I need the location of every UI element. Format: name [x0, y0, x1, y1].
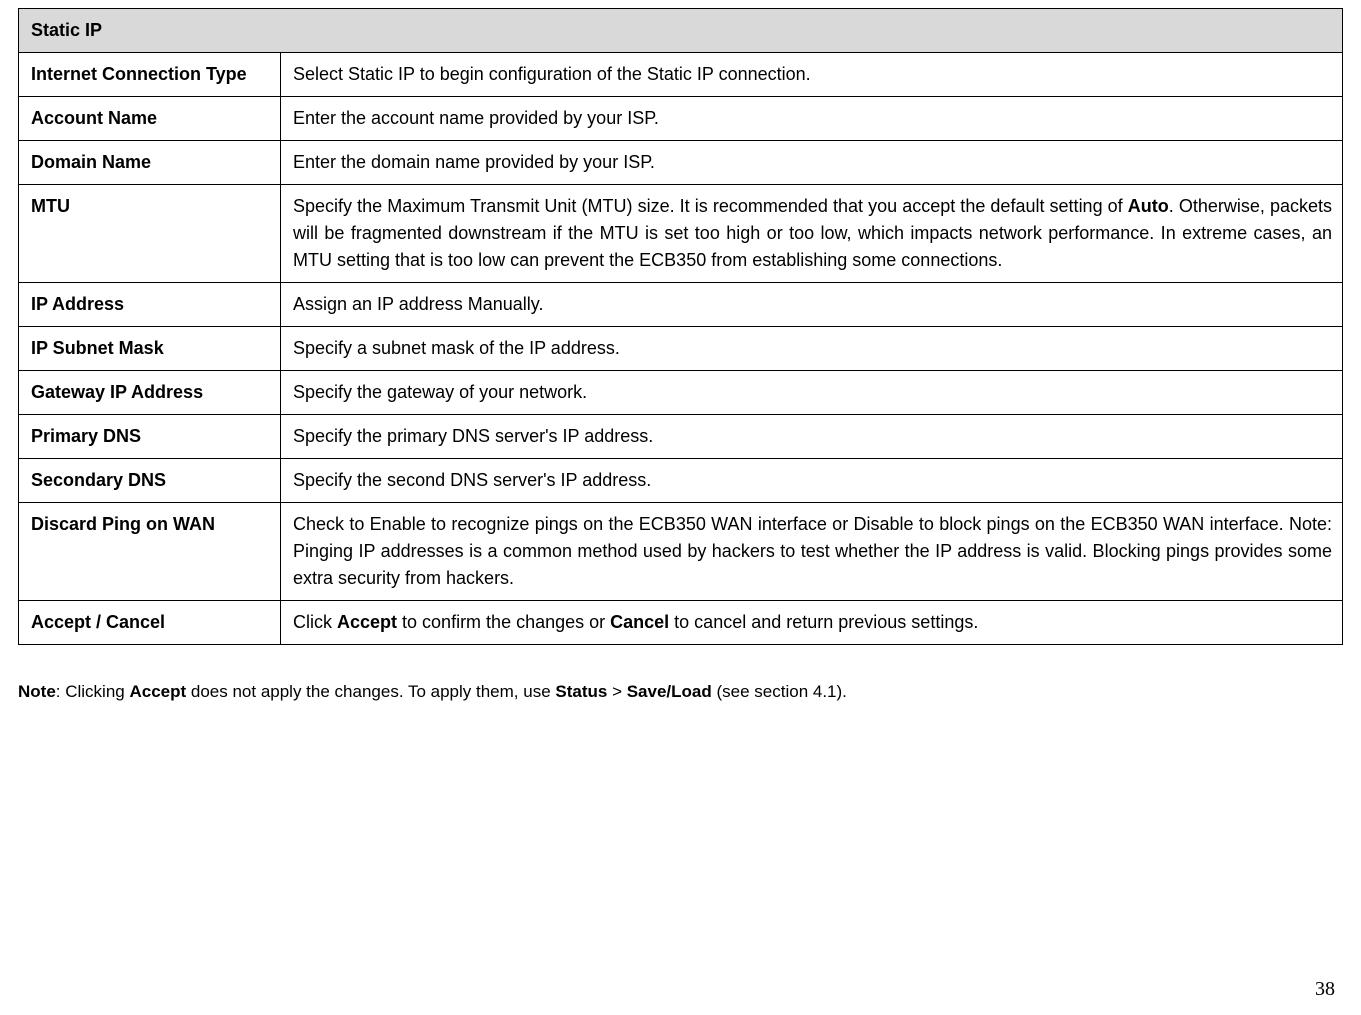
- row-label: Discard Ping on WAN: [19, 503, 281, 601]
- row-label: Account Name: [19, 97, 281, 141]
- table-row: Secondary DNSSpecify the second DNS serv…: [19, 459, 1343, 503]
- table-row: Internet Connection TypeSelect Static IP…: [19, 53, 1343, 97]
- row-description: Select Static IP to begin configuration …: [281, 53, 1343, 97]
- row-description: Check to Enable to recognize pings on th…: [281, 503, 1343, 601]
- row-label: MTU: [19, 185, 281, 283]
- row-label: IP Address: [19, 283, 281, 327]
- row-description: Enter the domain name provided by your I…: [281, 141, 1343, 185]
- table-row: Accept / CancelClick Accept to confirm t…: [19, 601, 1343, 645]
- row-label: Accept / Cancel: [19, 601, 281, 645]
- row-description: Specify the Maximum Transmit Unit (MTU) …: [281, 185, 1343, 283]
- note-text: Note: Clicking Accept does not apply the…: [18, 679, 1343, 705]
- table-header-row: Static IP: [19, 9, 1343, 53]
- row-description: Click Accept to confirm the changes or C…: [281, 601, 1343, 645]
- row-label: Internet Connection Type: [19, 53, 281, 97]
- row-label: Primary DNS: [19, 415, 281, 459]
- table-body: Static IPInternet Connection TypeSelect …: [19, 9, 1343, 645]
- table-row: MTUSpecify the Maximum Transmit Unit (MT…: [19, 185, 1343, 283]
- row-label: Gateway IP Address: [19, 371, 281, 415]
- table-row: Primary DNSSpecify the primary DNS serve…: [19, 415, 1343, 459]
- row-label: Secondary DNS: [19, 459, 281, 503]
- table-row: IP AddressAssign an IP address Manually.: [19, 283, 1343, 327]
- row-label: IP Subnet Mask: [19, 327, 281, 371]
- row-description: Specify the primary DNS server's IP addr…: [281, 415, 1343, 459]
- static-ip-table: Static IPInternet Connection TypeSelect …: [18, 8, 1343, 645]
- row-description: Specify the gateway of your network.: [281, 371, 1343, 415]
- row-description: Assign an IP address Manually.: [281, 283, 1343, 327]
- row-label: Domain Name: [19, 141, 281, 185]
- page-number: 38: [1315, 978, 1335, 1001]
- row-description: Enter the account name provided by your …: [281, 97, 1343, 141]
- table-header-cell: Static IP: [19, 9, 1343, 53]
- row-description: Specify the second DNS server's IP addre…: [281, 459, 1343, 503]
- table-row: Domain NameEnter the domain name provide…: [19, 141, 1343, 185]
- row-description: Specify a subnet mask of the IP address.: [281, 327, 1343, 371]
- table-row: Discard Ping on WANCheck to Enable to re…: [19, 503, 1343, 601]
- table-row: IP Subnet MaskSpecify a subnet mask of t…: [19, 327, 1343, 371]
- table-row: Gateway IP AddressSpecify the gateway of…: [19, 371, 1343, 415]
- table-row: Account NameEnter the account name provi…: [19, 97, 1343, 141]
